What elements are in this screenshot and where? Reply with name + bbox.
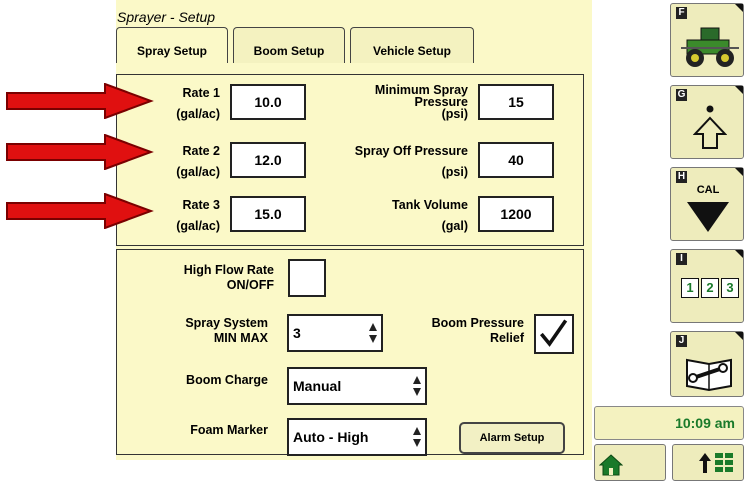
tab-spray-setup[interactable]: Spray Setup [116, 27, 228, 63]
up-menu-icon [699, 453, 733, 473]
foam-marker-label: Foam Marker [190, 423, 268, 437]
up-arrow-outline-icon [693, 105, 727, 149]
down-triangle-icon [687, 202, 729, 232]
spinner-arrows-icon [413, 376, 421, 396]
off-pressure-label: Spray Off Pressure (psi) [354, 144, 468, 179]
softkey-j-manual[interactable]: J [670, 331, 744, 397]
tank-volume-field[interactable]: 1200 [478, 196, 554, 232]
min-max-select[interactable]: 3 [287, 314, 383, 352]
page-title: Sprayer - Setup [117, 9, 216, 25]
red-arrow-icon [6, 193, 154, 229]
home-button[interactable] [594, 444, 666, 481]
foam-marker-select[interactable]: Auto - High [287, 418, 427, 456]
boom-charge-label: Boom Charge [186, 373, 268, 387]
tab-vehicle-setup[interactable]: Vehicle Setup [350, 27, 474, 63]
softkey-f-tractor[interactable]: F [670, 3, 744, 77]
rate-2-field[interactable]: 12.0 [230, 142, 306, 178]
clock-display: 10:09 am [594, 406, 744, 440]
high-flow-checkbox[interactable] [288, 259, 326, 297]
boom-charge-select[interactable]: Manual [287, 367, 427, 405]
softkey-h-cal-down[interactable]: H CAL [670, 167, 744, 241]
min-pressure-field[interactable]: 15 [478, 84, 554, 120]
sprayer-tractor-icon [681, 27, 739, 67]
rate-2-label: Rate 2 (gal/ac) [176, 144, 220, 179]
foam-marker-value: Auto - High [293, 429, 369, 445]
up-menu-button[interactable] [672, 444, 744, 481]
checkmark-icon [540, 319, 568, 347]
min-max-label: Spray System MIN MAX [185, 316, 268, 345]
min-pressure-label: Minimum Spray Pressure (psi) [374, 83, 468, 121]
spinner-arrows-icon [369, 323, 377, 343]
wrench-book-icon [686, 358, 732, 392]
red-arrow-icon [6, 83, 154, 119]
rate-3-field[interactable]: 15.0 [230, 196, 306, 232]
softkey-g-up[interactable]: G [670, 85, 744, 159]
boom-charge-value: Manual [293, 378, 342, 394]
spinner-arrows-icon [413, 427, 421, 447]
rate-1-label: Rate 1 (gal/ac) [176, 86, 220, 121]
min-max-value: 3 [293, 325, 301, 341]
home-icon [599, 454, 623, 476]
red-arrow-icon [6, 134, 154, 170]
softkey-i-numeric[interactable]: I 1 2 3 [670, 249, 744, 323]
tab-boom-setup[interactable]: Boom Setup [233, 27, 345, 63]
alarm-setup-button[interactable]: Alarm Setup [459, 422, 565, 454]
rate-3-label: Rate 3 (gal/ac) [176, 198, 220, 233]
boom-relief-label: Boom Pressure Relief [431, 316, 524, 345]
numeric-keypad-icon: 1 2 3 [681, 278, 739, 298]
off-pressure-field[interactable]: 40 [478, 142, 554, 178]
tank-volume-label: Tank Volume (gal) [392, 198, 468, 233]
high-flow-label: High Flow Rate ON/OFF [183, 263, 274, 292]
boom-relief-checkbox[interactable] [534, 314, 574, 354]
rate-1-field[interactable]: 10.0 [230, 84, 306, 120]
cal-label: CAL [696, 184, 720, 196]
